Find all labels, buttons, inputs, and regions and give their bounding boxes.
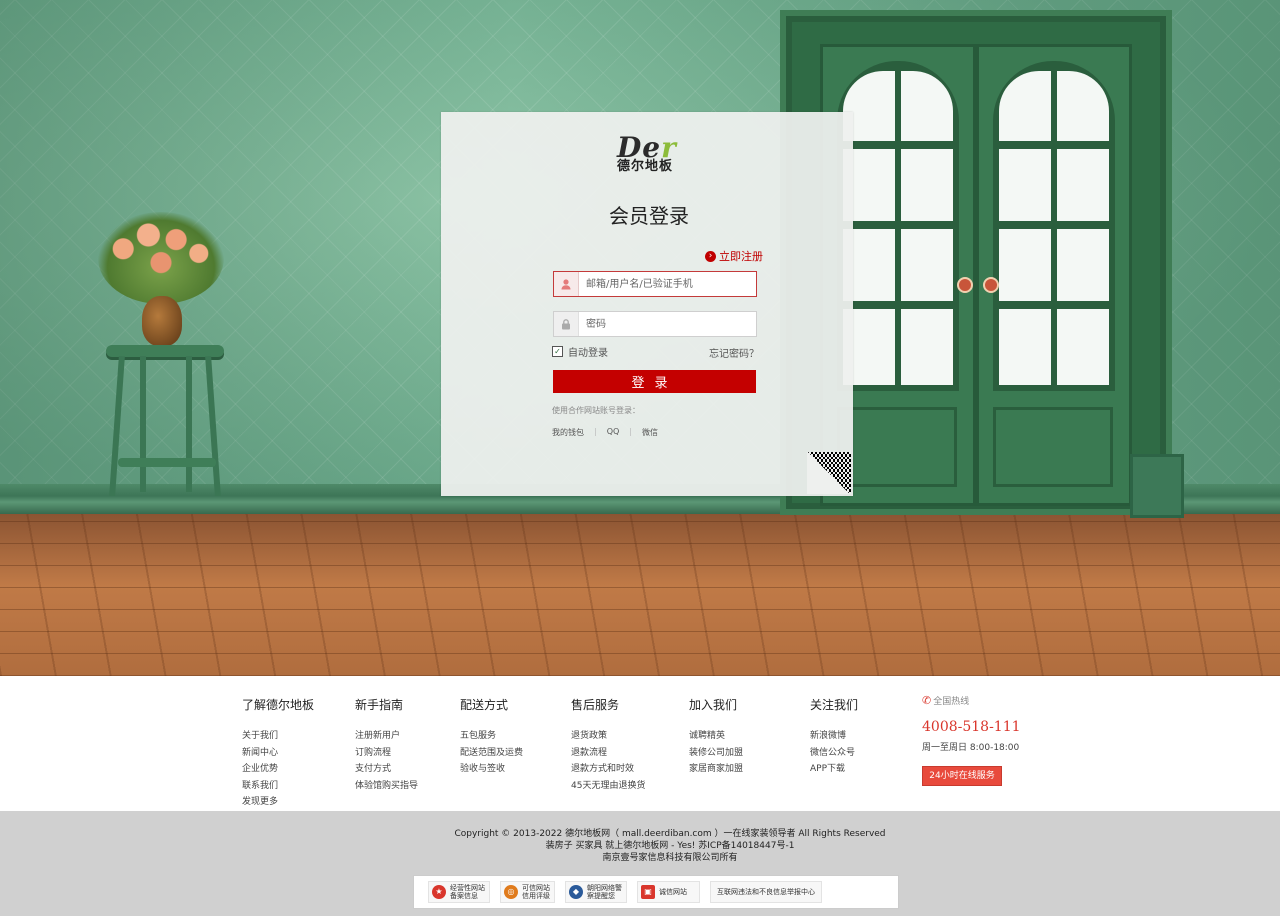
partner-wallet-link[interactable]: 我的钱包 <box>552 427 584 438</box>
footer-link[interactable]: 体验馆购买指导 <box>355 778 418 795</box>
footer-link[interactable]: 装修公司加盟 <box>689 745 743 762</box>
forgot-password-link[interactable]: 忘记密码？ <box>709 345 759 360</box>
footer-column-aftersales: 售后服务 退货政策 退款流程 退款方式和时效 45天无理由退换货 <box>571 696 645 794</box>
login-title: 会员登录 <box>609 204 689 228</box>
footer-link[interactable]: 注册新用户 <box>355 728 418 745</box>
footer-link[interactable]: 退款流程 <box>571 745 645 762</box>
trust-badge[interactable]: ▣ 诚信网站 <box>637 881 700 903</box>
online-service-button[interactable]: 24小时在线服务 <box>922 766 1002 786</box>
trust-badge[interactable]: ★ 经营性网站 备案信息 <box>428 881 490 903</box>
footer-link[interactable]: 企业优势 <box>242 761 314 778</box>
lock-icon <box>554 312 579 336</box>
footer-column-follow: 关注我们 新浪微博 微信公众号 APP下载 <box>810 696 858 778</box>
login-button[interactable]: 登录 <box>553 370 756 393</box>
copyright-text: Copyright © 2013-2022 德尔地板网（ mall.deerdi… <box>454 829 886 839</box>
trust-badges: ★ 经营性网站 备案信息 ◎ 可信网站 信用评级 ◆ 朝阳网络警 察提醒您 ▣ 诚信网… <box>413 875 899 909</box>
register-link[interactable]: › 立即注册 <box>705 248 763 264</box>
footer-link[interactable]: 关于我们 <box>242 728 314 745</box>
brand-logo: Der 德尔地板 <box>617 131 677 174</box>
login-card: Der 德尔地板 会员登录 › 立即注册 ✓ 自动登录 忘记密码？ 登录 使用合… <box>441 112 853 496</box>
partner-qq-link[interactable]: QQ <box>607 427 620 438</box>
username-input[interactable] <box>579 277 748 291</box>
trust-badge[interactable]: 互联网违法和不良信息举报中心 <box>710 881 822 903</box>
trust-badge[interactable]: ◆ 朝阳网络警 察提醒您 <box>565 881 627 903</box>
footer-column-guide: 新手指南 注册新用户 订购流程 支付方式 体验馆购买指导 <box>355 696 418 794</box>
partner-login-note: 使用合作网站账号登录： <box>552 406 640 415</box>
footer-link[interactable]: 联系我们 <box>242 778 314 795</box>
footer-link[interactable]: 订购流程 <box>355 745 418 762</box>
footer-link[interactable]: 退货政策 <box>571 728 645 745</box>
wood-floor <box>0 512 1280 676</box>
footer-links: 了解德尔地板 关于我们 新闻中心 企业优势 联系我们 发现更多 新手指南 注册新… <box>0 676 1280 811</box>
shield-icon: ★ <box>432 885 446 899</box>
password-field <box>553 311 757 337</box>
partner-login-links: 我的钱包 | QQ | 微信 <box>552 427 658 438</box>
door-right <box>976 44 1132 506</box>
footer-link[interactable]: 支付方式 <box>355 761 418 778</box>
footer-link[interactable]: 退款方式和时效 <box>571 761 645 778</box>
company-text: 南京壹号家信息科技有限公司所有 <box>602 853 738 863</box>
footer-link[interactable]: APP下载 <box>810 761 858 778</box>
footer-link[interactable]: 家居商家加盟 <box>689 761 743 778</box>
flower-bouquet <box>98 212 224 304</box>
footer-link[interactable]: 新浪微博 <box>810 728 858 745</box>
plant-stand <box>106 345 224 357</box>
arrow-right-icon: › <box>705 250 716 262</box>
footer-link[interactable]: 配送范围及运费 <box>460 745 523 762</box>
partner-wechat-link[interactable]: 微信 <box>642 427 658 438</box>
qr-code-icon[interactable] <box>807 452 851 494</box>
footer-column-about: 了解德尔地板 关于我们 新闻中心 企业优势 联系我们 发现更多 <box>242 696 314 811</box>
phone-icon: ✆ <box>922 694 932 707</box>
footer-hotline: ✆ 全国热线 4008-518-111 周一至周日 8:00-18:00 24小… <box>922 694 1021 786</box>
vase <box>142 296 182 346</box>
copyright-bar: Copyright © 2013-2022 德尔地板网（ mall.deerdi… <box>0 811 1280 916</box>
trust-badge[interactable]: ◎ 可信网站 信用评级 <box>500 881 555 903</box>
footer-link[interactable]: 发现更多 <box>242 794 314 811</box>
credit-icon: ◎ <box>504 885 518 899</box>
footer-column-join: 加入我们 诚聘精英 装修公司加盟 家居商家加盟 <box>689 696 743 778</box>
checkmark-icon: ✓ <box>552 346 563 357</box>
icp-text: 装房子 买家具 就上德尔地板网 - Yes! 苏ICP备14018447号-1 <box>545 841 795 851</box>
hotline-number: 4008-518-111 <box>922 719 1021 735</box>
footer-link[interactable]: 验收与签收 <box>460 761 523 778</box>
footer-link[interactable]: 诚聘精英 <box>689 728 743 745</box>
username-field <box>553 271 757 297</box>
certificate-icon: ▣ <box>641 885 655 899</box>
footer-link[interactable]: 五包服务 <box>460 728 523 745</box>
service-hours: 周一至周日 8:00-18:00 <box>922 743 1020 753</box>
footer-column-delivery: 配送方式 五包服务 配送范围及运费 验收与签收 <box>460 696 523 778</box>
footer-link[interactable]: 微信公众号 <box>810 745 858 762</box>
password-input[interactable] <box>579 317 748 331</box>
police-icon: ◆ <box>569 885 583 899</box>
footer-link[interactable]: 新闻中心 <box>242 745 314 762</box>
auto-login-checkbox[interactable]: ✓ 自动登录 <box>552 344 608 359</box>
user-icon <box>554 272 579 296</box>
footer-link[interactable]: 45天无理由退换货 <box>571 778 645 795</box>
